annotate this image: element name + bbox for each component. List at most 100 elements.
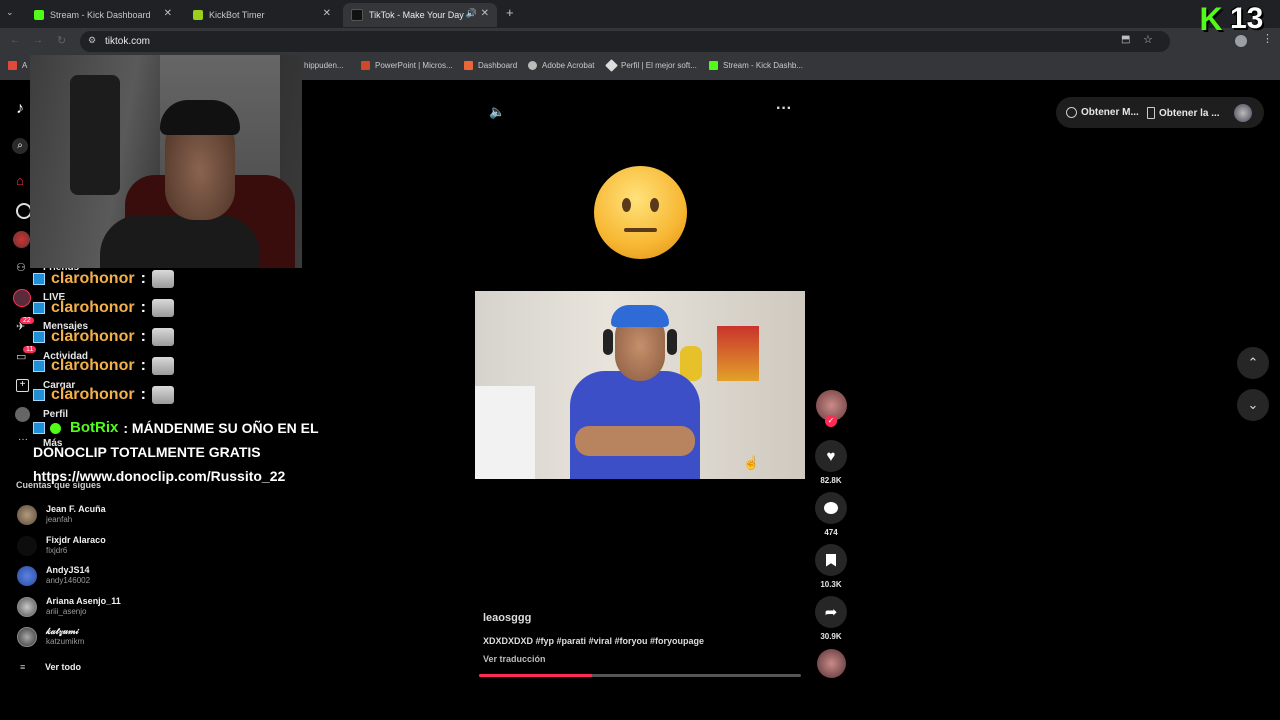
more-icon[interactable]: ··· [18, 434, 28, 445]
profile-icon[interactable] [15, 407, 30, 422]
share-count: 30.9K [820, 632, 842, 641]
bot-username: BotRix [70, 419, 119, 436]
video-person-body [570, 371, 700, 479]
chat-badge-icon [33, 273, 45, 285]
chat-message: clarohonor : [33, 328, 174, 346]
emoji-eye [622, 198, 631, 212]
bookmark-item[interactable]: Perfil | El mejor soft... [605, 59, 697, 72]
video-player[interactable] [475, 291, 805, 479]
tab-kickbot-timer[interactable]: KickBot Timer ✕ [185, 3, 339, 27]
bot-message-line3: https://www.donoclip.com/Russito_22 [33, 468, 286, 484]
tab-list-chevron-icon[interactable]: ⌄ [6, 7, 14, 18]
user-avatar[interactable] [1234, 104, 1252, 122]
close-tab-icon[interactable]: ✕ [481, 8, 489, 19]
bot-message-line1: : MÁNDENME SU OÑO EN EL [123, 420, 319, 436]
powerpoint-icon [361, 61, 370, 70]
avatar[interactable] [17, 627, 37, 647]
get-coins-button[interactable]: Obtener M... [1066, 107, 1139, 118]
tiktok-logo-icon[interactable]: ♪ [16, 100, 24, 118]
like-button[interactable]: ♥ [815, 440, 847, 472]
bookmark-item[interactable]: Adobe Acrobat [528, 61, 594, 70]
friends-icon[interactable]: ⚇ [16, 261, 26, 274]
chat-separator: : [140, 299, 146, 316]
install-app-icon[interactable]: ⬒ [1121, 34, 1130, 45]
tab-kick-dashboard[interactable]: Stream - Kick Dashboard ✕ [26, 3, 180, 27]
following-name[interactable]: Jean F. Acuña [46, 504, 106, 514]
previous-video-button[interactable]: ⌃ [1237, 347, 1269, 379]
bookmark-icon [826, 553, 836, 567]
back-icon[interactable]: ← [10, 35, 20, 46]
video-author[interactable]: leaosggg [483, 612, 531, 624]
following-avatar-icon[interactable] [13, 231, 30, 248]
address-bar-row: ← → ↻ ⚙ tiktok.com ⬒ ☆ ⋮ [0, 28, 1280, 55]
search-icon[interactable]: ⌕ [12, 138, 28, 154]
following-name[interactable]: AndyJS14 [46, 565, 90, 575]
bookmark-item[interactable]: PowerPoint | Micros... [361, 61, 453, 70]
avatar[interactable] [17, 536, 37, 556]
following-name[interactable]: Ariana Asenjo_11 [46, 596, 121, 606]
video-caption: XDXDXDXD #fyp #parati #viral #foryou #fo… [483, 636, 705, 646]
forward-icon[interactable]: → [33, 35, 43, 46]
acrobat-icon [528, 61, 537, 70]
upload-icon[interactable]: + [16, 379, 29, 392]
bookmark-item[interactable]: Dashboard [464, 61, 517, 70]
kickbot-favicon-icon [193, 10, 203, 20]
following-name[interactable]: 𝓀𝒶𝓉𝓏𝓊𝓂𝒾 [46, 626, 79, 637]
following-handle: fixjdr6 [46, 546, 68, 555]
reload-icon[interactable]: ↻ [57, 34, 66, 47]
bookmark-item[interactable]: hippuden... [304, 61, 344, 70]
see-translation-link[interactable]: Ver traducción [483, 654, 546, 664]
share-button[interactable]: ➦ [815, 596, 847, 628]
list-icon: ≡ [20, 662, 26, 672]
avatar[interactable] [17, 505, 37, 525]
next-video-button[interactable]: ⌄ [1237, 389, 1269, 421]
apps-grid-icon [8, 61, 17, 70]
chat-separator: : [140, 328, 146, 345]
chat-message: clarohonor : [33, 357, 174, 375]
save-button[interactable] [815, 544, 847, 576]
live-icon[interactable] [13, 289, 31, 307]
avatar[interactable] [17, 566, 37, 586]
bookmark-star-icon[interactable]: ☆ [1143, 33, 1153, 46]
tab-title: TikTok - Make Your Day [369, 10, 464, 20]
menu-icon[interactable]: ⋮ [1262, 32, 1273, 45]
dashboard-icon [464, 61, 473, 70]
comment-button[interactable] [815, 492, 847, 524]
chat-badge-icon [33, 302, 45, 314]
profile-icon-browser[interactable] [1235, 35, 1247, 47]
more-options-icon[interactable]: ··· [776, 100, 792, 118]
cat-emote-icon [151, 357, 174, 375]
sound-avatar[interactable] [817, 649, 846, 678]
volume-icon[interactable]: 🔈 [489, 104, 505, 120]
webcam-overlay [30, 55, 302, 268]
follow-check-icon[interactable]: ✓ [825, 415, 837, 427]
chat-username: clarohonor [51, 386, 135, 403]
following-name[interactable]: Fixjdr Alaraco [46, 535, 106, 545]
see-all-link[interactable]: Ver todo [45, 662, 81, 672]
get-app-button[interactable]: Obtener la ... [1147, 107, 1220, 119]
audio-playing-icon[interactable]: 🔊 [466, 8, 477, 19]
progress-fill [479, 674, 592, 677]
new-tab-icon[interactable]: + [506, 5, 514, 20]
close-tab-icon[interactable]: ✕ [323, 8, 331, 19]
home-icon[interactable]: ⌂ [16, 173, 24, 188]
chat-badge-icon [33, 331, 45, 343]
chat-separator: : [140, 357, 146, 374]
bookmark-item[interactable]: Stream - Kick Dashb... [709, 61, 803, 70]
verified-icon [50, 422, 61, 434]
site-info-icon[interactable]: ⚙ [88, 35, 96, 46]
cat-emote-icon [151, 386, 174, 404]
url-field[interactable]: ⚙ tiktok.com [80, 31, 1170, 52]
progress-bar[interactable] [479, 674, 801, 677]
avatar[interactable] [17, 597, 37, 617]
activity-badge: 11 [23, 346, 37, 353]
chat-username: clarohonor [51, 270, 135, 287]
cat-emote-icon [151, 270, 174, 288]
bot-message-line2: DONOCLIP TOTALMENTE GRATIS [33, 444, 261, 460]
close-tab-icon[interactable]: ✕ [164, 8, 172, 19]
tab-tiktok[interactable]: TikTok - Make Your Day 🔊 ✕ [343, 3, 497, 27]
tab-title: KickBot Timer [209, 10, 265, 20]
bookmark-item[interactable]: A [8, 61, 27, 70]
webcam-jacket [70, 75, 120, 195]
kick-logo-icon: K [1199, 1, 1223, 37]
